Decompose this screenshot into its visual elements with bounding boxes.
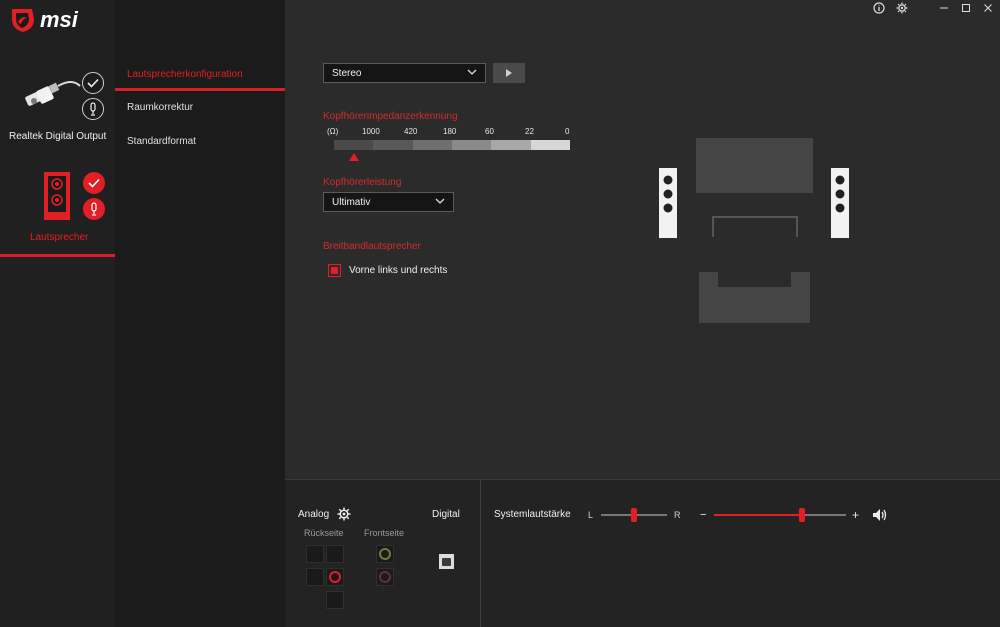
check-icon <box>88 178 100 188</box>
headphone-power-select[interactable]: Ultimativ <box>323 192 454 212</box>
tv-screen-shape <box>696 138 813 193</box>
check-icon <box>87 78 99 88</box>
speaker-volume-icon[interactable] <box>872 508 888 525</box>
microphone-icon <box>90 102 96 116</box>
impedance-tick: 1000 <box>362 127 380 136</box>
svg-text:msi: msi <box>40 7 79 32</box>
analog-settings-gear-icon[interactable] <box>337 507 351 524</box>
rear-jack-empty <box>326 591 344 609</box>
device-default-check-button[interactable] <box>82 72 104 94</box>
volume-down-button[interactable]: − <box>700 509 706 521</box>
speaker-icon[interactable] <box>44 172 70 223</box>
digital-output-plug-icon[interactable] <box>22 80 82 119</box>
chevron-down-icon <box>435 197 445 208</box>
checkbox-check-mark <box>331 267 338 274</box>
rear-panel-label: Rückseite <box>304 528 344 538</box>
impedance-tick: 420 <box>404 127 418 136</box>
impedance-segment <box>373 140 413 150</box>
impedance-segment <box>412 140 452 150</box>
volume-slider-fill <box>714 514 803 516</box>
impedance-marker-icon <box>348 152 359 164</box>
impedance-segment <box>334 140 374 150</box>
minimize-icon[interactable] <box>937 1 951 15</box>
sofa-shape <box>699 272 810 323</box>
jack-ring-red <box>329 571 341 583</box>
menu-item-default-format[interactable]: Standardformat <box>127 136 196 147</box>
device-label-speaker[interactable]: Lautsprecher <box>30 232 88 243</box>
balance-right-label: R <box>674 510 681 520</box>
device-label-digital-output[interactable]: Realtek Digital Output <box>9 131 106 142</box>
front-panel-label: Frontseite <box>364 528 405 538</box>
selected-device-indicator <box>0 254 115 257</box>
play-icon <box>506 69 512 77</box>
tv-stand-shape <box>712 216 798 237</box>
close-icon[interactable] <box>981 1 995 15</box>
rear-jack-empty <box>326 545 344 563</box>
device-default-comm-button[interactable] <box>82 98 104 120</box>
headphone-power-value: Ultimativ <box>332 196 371 208</box>
impedance-section-label: Kopfhörerimpedanzerkennung <box>323 111 458 122</box>
volume-up-button[interactable]: + <box>852 508 859 522</box>
menu-item-room-correction[interactable]: Raumkorrektur <box>127 102 193 113</box>
impedance-segment <box>451 140 492 150</box>
jack-ring-pink <box>379 571 391 583</box>
settings-menu <box>115 0 285 627</box>
microphone-icon <box>91 202 97 216</box>
fullrange-section-label: Breitbandlautsprecher <box>323 241 421 252</box>
volume-slider-thumb[interactable] <box>799 508 806 522</box>
impedance-tick: 60 <box>485 127 494 136</box>
rear-jack-empty <box>306 568 324 586</box>
rear-jack-speaker-out[interactable] <box>326 568 344 586</box>
info-icon[interactable] <box>872 1 886 15</box>
speaker-default-check-button[interactable] <box>83 172 105 194</box>
msi-logo: msi <box>10 5 110 33</box>
system-volume-label: Systemlautstärke <box>494 509 571 520</box>
test-play-button[interactable] <box>493 63 525 83</box>
impedance-tick: 180 <box>443 127 457 136</box>
active-menu-indicator <box>115 88 285 91</box>
digital-label: Digital <box>432 509 460 520</box>
front-jack-microphone[interactable] <box>376 568 394 586</box>
impedance-segment <box>491 140 531 150</box>
impedance-unit: (Ω) <box>327 127 339 136</box>
balance-slider-thumb[interactable] <box>631 508 637 522</box>
front-jack-headphone[interactable] <box>376 545 394 563</box>
fullrange-checkbox[interactable] <box>328 264 341 277</box>
rear-jack-empty <box>306 545 324 563</box>
balance-left-label: L <box>588 510 594 520</box>
gear-icon[interactable] <box>895 1 909 15</box>
analog-label: Analog <box>298 509 330 520</box>
impedance-scale-bar <box>334 140 570 150</box>
chevron-down-icon <box>467 68 477 79</box>
impedance-tick: 22 <box>525 127 534 136</box>
volume-slider[interactable] <box>714 514 846 516</box>
menu-item-speaker-config[interactable]: Lautsprecherkonfiguration <box>127 69 243 80</box>
headphone-power-label: Kopfhörerleistung <box>323 177 402 188</box>
impedance-segment <box>530 140 570 150</box>
bottom-divider <box>480 480 481 627</box>
speaker-config-select[interactable]: Stereo <box>323 63 486 83</box>
speaker-config-value: Stereo <box>332 67 362 79</box>
speaker-default-comm-button[interactable] <box>83 198 105 220</box>
fullrange-checkbox-label[interactable]: Vorne links und rechts <box>349 265 447 276</box>
digital-optical-port-icon[interactable] <box>439 554 454 569</box>
jack-ring-green <box>379 548 391 560</box>
room-speaker-illustration <box>655 135 860 333</box>
maximize-icon[interactable] <box>959 1 973 15</box>
impedance-tick: 0 <box>565 127 570 136</box>
